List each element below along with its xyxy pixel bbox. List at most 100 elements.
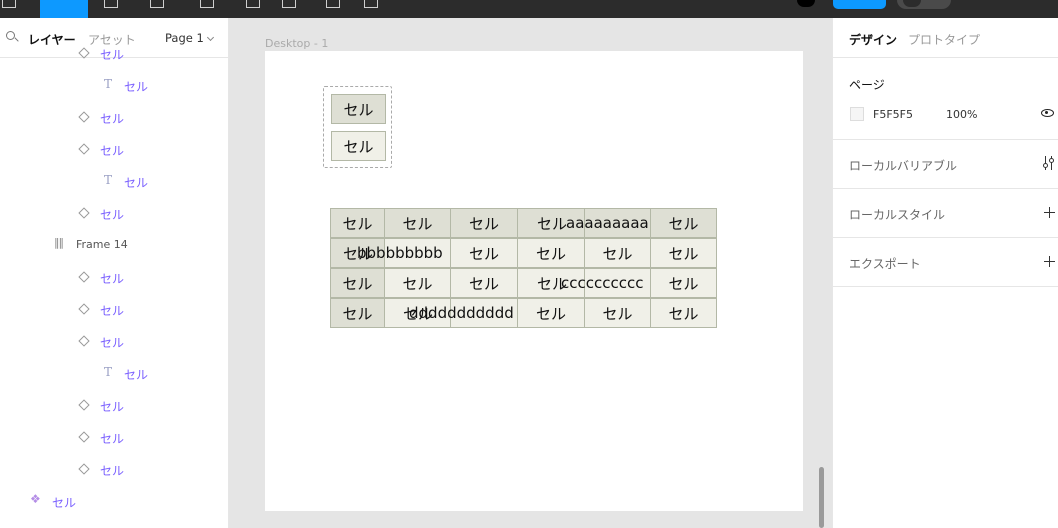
instance-icon: [78, 399, 90, 411]
layer-label: セル: [100, 432, 125, 446]
layer-item[interactable]: セル: [0, 267, 228, 289]
toolbar: [0, 0, 1058, 18]
text-tool-icon[interactable]: [246, 0, 260, 8]
table-cell[interactable]: セル: [517, 298, 585, 328]
add-style-plus-icon[interactable]: [1044, 207, 1055, 218]
variables-icon[interactable]: [1043, 156, 1055, 170]
layer-item[interactable]: T セル: [0, 171, 228, 193]
canvas[interactable]: Desktop - 1 セル セル セル セル セル セル aaaaaaaaa セル セル b…: [229, 18, 832, 528]
page-color-hex[interactable]: F5F5F5: [873, 108, 913, 121]
dev-mode-icon[interactable]: [364, 0, 378, 8]
layer-item[interactable]: T セル: [0, 75, 228, 97]
table-cell[interactable]: セル: [384, 268, 451, 298]
layer-item[interactable]: T セル: [0, 363, 228, 385]
local-variables-section[interactable]: ローカルバリアブル: [833, 140, 1058, 189]
cell-label: セル: [602, 304, 633, 323]
table-cell[interactable]: セル bbbbbbbbb: [330, 238, 443, 268]
pen-tool-icon[interactable]: [200, 0, 214, 8]
table-cell[interactable]: セル cccccccccc: [517, 268, 643, 298]
text-layer-icon: T: [104, 365, 113, 379]
layer-label: セル: [124, 80, 149, 94]
vertical-scrollbar[interactable]: [819, 467, 824, 528]
table-cell[interactable]: セル: [584, 238, 651, 268]
tab-design[interactable]: デザイン: [849, 31, 897, 48]
cell-label: セル: [402, 214, 433, 233]
table-cell[interactable]: セル aaaaaaaaa: [517, 208, 649, 238]
instance-icon: [78, 431, 90, 443]
avatar[interactable]: [797, 0, 815, 7]
layer-item[interactable]: セル: [0, 203, 228, 225]
move-tool-button[interactable]: [40, 0, 88, 18]
page-color-swatch[interactable]: [850, 107, 864, 121]
share-button[interactable]: [833, 0, 886, 9]
layer-label: Frame 14: [76, 238, 128, 251]
menu-icon[interactable]: [2, 0, 16, 8]
frame-tool-icon[interactable]: [104, 0, 118, 8]
table-cell[interactable]: セル: [650, 208, 717, 238]
add-export-plus-icon[interactable]: [1044, 256, 1055, 267]
local-styles-section: ローカルスタイル: [833, 189, 1058, 238]
cell-label: セル: [668, 274, 699, 293]
table-cell[interactable]: セル: [650, 268, 717, 298]
table-cell[interactable]: セル: [330, 268, 385, 298]
layer-label: セル: [52, 496, 77, 510]
stack-cell[interactable]: セル: [331, 94, 386, 124]
layer-item[interactable]: ❖ セル: [0, 491, 228, 513]
instance-icon: [78, 111, 90, 123]
cell-overflow-text: aaaaaaaaa: [566, 214, 649, 232]
page-opacity[interactable]: 100%: [946, 108, 977, 121]
cell-label: セル: [402, 274, 433, 293]
cell-label: セル: [668, 214, 699, 233]
table-cell[interactable]: セル: [330, 208, 385, 238]
eye-icon[interactable]: [1041, 109, 1054, 117]
export-label: エクスポート: [849, 257, 921, 271]
table-cell[interactable]: セル ddddddddddd: [384, 298, 514, 328]
layer-label: セル: [124, 176, 149, 190]
layer-label: セル: [100, 464, 125, 478]
auto-layout-stack[interactable]: セル セル: [323, 86, 392, 168]
layer-item[interactable]: セル: [0, 331, 228, 353]
cell-label: セル: [342, 304, 373, 323]
cell-label: セル: [342, 214, 373, 233]
cell-overflow-text: bbbbbbbbb: [357, 244, 443, 262]
cell-label: セル: [537, 214, 568, 233]
instance-icon: [78, 463, 90, 475]
desktop-frame[interactable]: セル セル セル セル セル セル aaaaaaaaa セル セル bbbbbbbbb セル セル…: [265, 51, 803, 511]
table-cell[interactable]: セル: [384, 208, 451, 238]
cell-label: セル: [535, 304, 566, 323]
table-cell[interactable]: セル: [650, 238, 717, 268]
table-cell[interactable]: セル: [450, 268, 518, 298]
shape-tool-icon[interactable]: [150, 0, 164, 8]
comment-tool-icon[interactable]: [326, 0, 340, 8]
table-cell[interactable]: セル: [330, 298, 385, 328]
page-section-title: ページ: [849, 78, 885, 92]
instance-icon: [78, 335, 90, 347]
design-panel-tabs: デザイン プロトタイプ: [833, 18, 1058, 58]
tab-prototype[interactable]: プロトタイプ: [908, 31, 980, 48]
table-cell[interactable]: セル: [450, 238, 518, 268]
table-cell[interactable]: セル: [517, 238, 585, 268]
layer-item[interactable]: セル: [0, 459, 228, 481]
table-cell[interactable]: セル: [584, 298, 651, 328]
layer-item[interactable]: セル: [0, 107, 228, 129]
text-layer-icon: T: [104, 77, 113, 91]
instance-icon: [78, 271, 90, 283]
cell-label: セル: [602, 244, 633, 263]
frame-title[interactable]: Desktop - 1: [265, 37, 328, 50]
layer-item[interactable]: セル: [0, 299, 228, 321]
table-cell[interactable]: セル: [450, 208, 518, 238]
instance-icon: [78, 47, 90, 59]
search-icon[interactable]: [6, 31, 15, 40]
layer-item[interactable]: セル: [0, 43, 228, 65]
hand-tool-icon[interactable]: [282, 0, 296, 8]
instance-icon: [78, 303, 90, 315]
layers-panel: レイヤー アセット Page 1 セル T セル セル セル T セル セル ‖‖ Frame 1…: [0, 18, 229, 528]
layer-frame[interactable]: ‖‖ Frame 14: [0, 235, 228, 257]
table-cell[interactable]: セル: [650, 298, 717, 328]
stack-cell[interactable]: セル: [331, 131, 386, 161]
auto-layout-icon: ‖‖: [54, 236, 64, 249]
layer-item[interactable]: セル: [0, 139, 228, 161]
cell-label: セル: [668, 244, 699, 263]
layer-item[interactable]: セル: [0, 427, 228, 449]
layer-item[interactable]: セル: [0, 395, 228, 417]
